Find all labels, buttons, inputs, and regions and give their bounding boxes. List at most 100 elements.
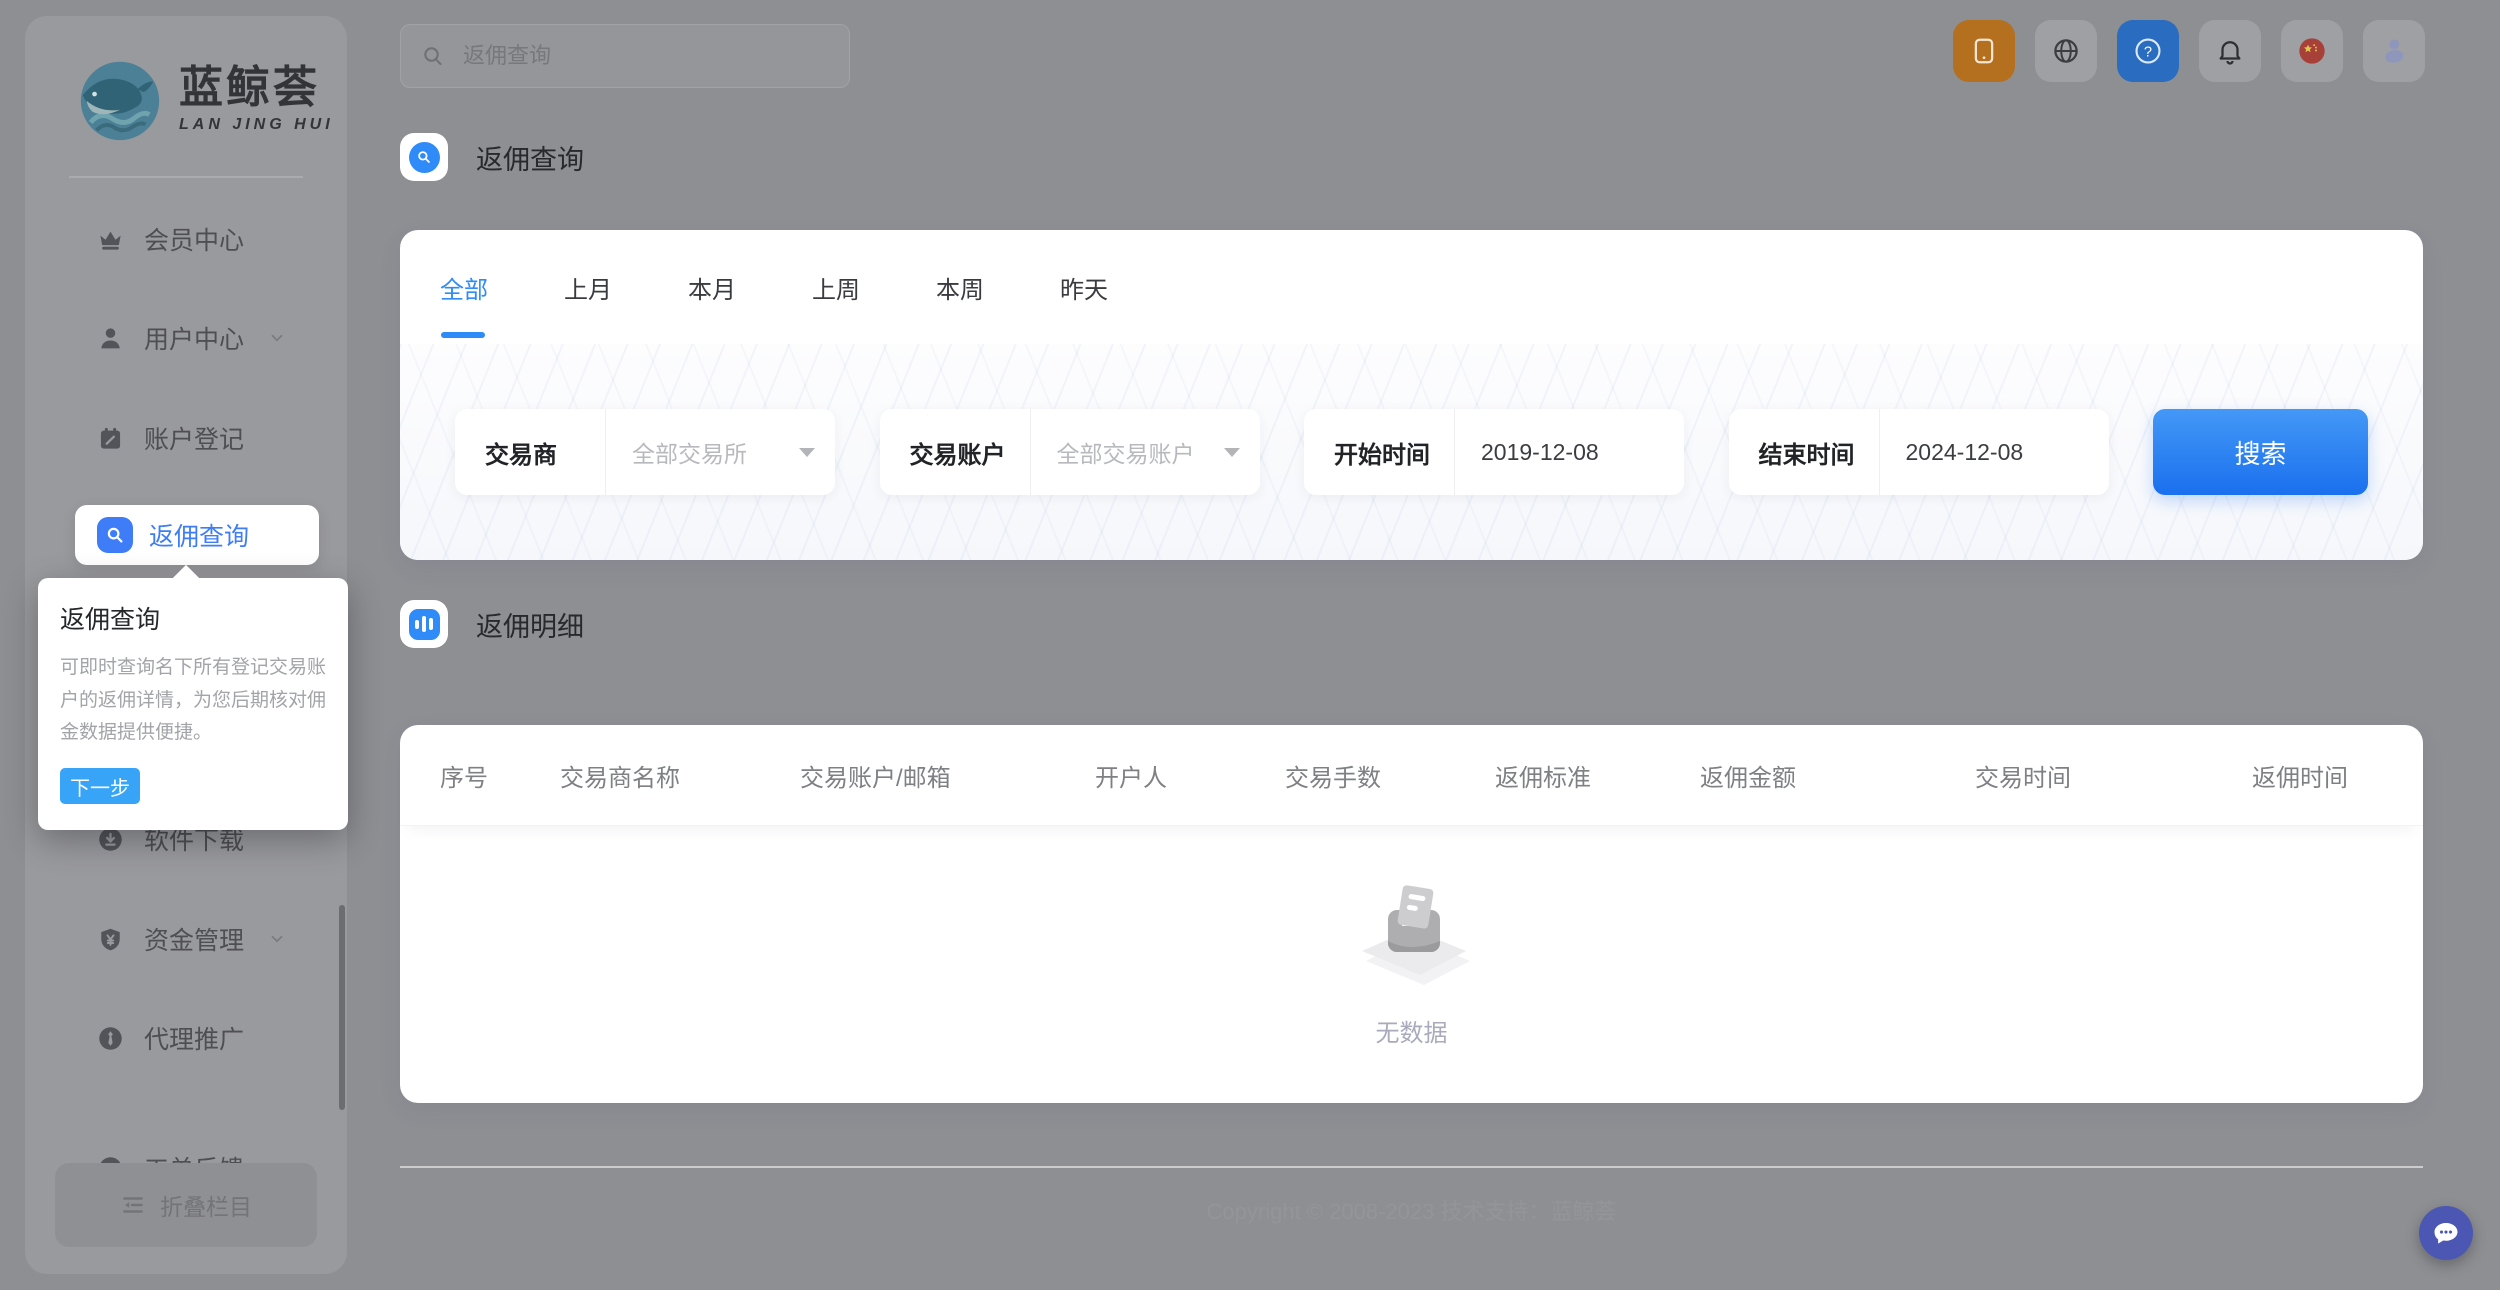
page-title: 返佣查询 bbox=[476, 138, 584, 177]
account-label: 交易账户 bbox=[880, 435, 1030, 470]
sidebar-item-label: 账户登记 bbox=[144, 420, 244, 456]
tour-description: 可即时查询名下所有登记交易账户的返佣详情，为您后期核对佣金数据提供便捷。 bbox=[60, 652, 326, 750]
language-button[interactable] bbox=[2035, 20, 2097, 82]
sidebar-item-account-register[interactable]: 账户登记 bbox=[97, 418, 244, 458]
broker-label: 交易商 bbox=[455, 435, 605, 470]
help-icon: ? bbox=[2132, 35, 2164, 67]
sidebar-item-label: 代理推广 bbox=[144, 1020, 244, 1056]
mobile-app-button[interactable] bbox=[1953, 20, 2015, 82]
chat-bubble-icon bbox=[2431, 1218, 2461, 1248]
empty-state-text: 无数据 bbox=[1376, 1013, 1448, 1048]
tablet-icon bbox=[1969, 36, 1999, 66]
global-search[interactable] bbox=[400, 24, 850, 88]
search-button[interactable]: 搜索 bbox=[2153, 409, 2368, 495]
live-chat-button[interactable] bbox=[2419, 1206, 2473, 1260]
china-flag-icon bbox=[2296, 35, 2328, 67]
tour-next-button[interactable]: 下一步 bbox=[60, 768, 140, 804]
select-arrow-icon bbox=[799, 448, 815, 457]
tab-this-month[interactable]: 本月 bbox=[688, 230, 736, 344]
col-rebate-amount: 返佣金额 bbox=[1700, 758, 1975, 793]
col-account-holder: 开户人 bbox=[1095, 758, 1285, 793]
account-select[interactable]: 全部交易账户 bbox=[1031, 435, 1260, 469]
search-icon bbox=[421, 44, 445, 68]
time-range-tabs: 全部 上月 本月 上周 本周 昨天 bbox=[440, 230, 1108, 344]
chevron-down-icon bbox=[268, 930, 286, 948]
col-index: 序号 bbox=[440, 758, 560, 793]
page-title-row: 返佣查询 bbox=[400, 133, 584, 181]
broker-select-value: 全部交易所 bbox=[632, 435, 747, 469]
calendar-icon bbox=[97, 425, 124, 452]
rebate-query-icon bbox=[409, 142, 440, 173]
tour-title: 返佣查询 bbox=[60, 600, 326, 636]
end-date-label: 结束时间 bbox=[1729, 435, 1879, 470]
rebate-search-icon bbox=[97, 517, 133, 553]
sidebar-item-label: 用户中心 bbox=[144, 320, 244, 356]
end-date-input[interactable]: 2024-12-08 bbox=[1880, 439, 2109, 466]
start-date-filter: 开始时间 2019-12-08 bbox=[1304, 409, 1684, 495]
brand-logo: 蓝鲸荟 LAN JING HUI bbox=[73, 50, 334, 149]
bar-chart-icon bbox=[409, 609, 440, 640]
detail-title-row: 返佣明细 bbox=[400, 600, 584, 648]
no-data-icon bbox=[1348, 881, 1476, 991]
app-screen: 蓝鲸荟 LAN JING HUI 会员中心 用户中心 账户登记 返佣查询 软件 bbox=[0, 0, 2500, 1290]
sidebar-item-funds-management[interactable]: 资金管理 bbox=[97, 919, 286, 959]
sidebar-item-user-center[interactable]: 用户中心 bbox=[97, 318, 286, 358]
agent-tie-icon bbox=[97, 1025, 124, 1052]
account-filter: 交易账户 全部交易账户 bbox=[880, 409, 1260, 495]
shield-yuan-icon bbox=[97, 926, 124, 953]
svg-text:?: ? bbox=[2144, 44, 2152, 60]
globe-icon bbox=[2051, 36, 2081, 66]
crown-icon bbox=[97, 226, 124, 253]
sidebar-item-member-center[interactable]: 会员中心 bbox=[97, 219, 244, 259]
col-rebate-time: 返佣时间 bbox=[2252, 758, 2423, 793]
sidebar-scrollbar-thumb[interactable] bbox=[339, 905, 345, 1110]
brand-name-en: LAN JING HUI bbox=[179, 116, 334, 134]
sidebar-item-label: 返佣查询 bbox=[149, 517, 249, 553]
page-title-chip bbox=[400, 133, 448, 181]
select-arrow-icon bbox=[1224, 448, 1240, 457]
sidebar-item-label: 会员中心 bbox=[144, 221, 244, 257]
col-lots: 交易手数 bbox=[1285, 758, 1495, 793]
sidebar-item-agent-promotion[interactable]: 代理推广 bbox=[97, 1018, 244, 1058]
tab-yesterday[interactable]: 昨天 bbox=[1060, 230, 1108, 344]
detail-title-chip bbox=[400, 600, 448, 648]
table-header-row: 序号 交易商名称 交易账户/邮箱 开户人 交易手数 返佣标准 返佣金额 交易时间… bbox=[400, 725, 2423, 826]
tour-tooltip: 返佣查询 可即时查询名下所有登记交易账户的返佣详情，为您后期核对佣金数据提供便捷… bbox=[38, 578, 348, 830]
broker-select[interactable]: 全部交易所 bbox=[606, 435, 835, 469]
notifications-button[interactable] bbox=[2199, 20, 2261, 82]
whale-logo-icon bbox=[73, 50, 167, 149]
brand-name-cn: 蓝鲸荟 bbox=[179, 66, 334, 110]
footer-divider bbox=[400, 1166, 2423, 1168]
detail-title: 返佣明细 bbox=[476, 605, 584, 644]
end-date-filter: 结束时间 2024-12-08 bbox=[1729, 409, 2109, 495]
col-rebate-standard: 返佣标准 bbox=[1495, 758, 1700, 793]
col-trade-time: 交易时间 bbox=[1975, 758, 2252, 793]
collapse-menu-label: 折叠栏目 bbox=[160, 1188, 252, 1222]
sidebar-item-rebate-query-active[interactable]: 返佣查询 bbox=[75, 505, 319, 565]
chevron-down-icon bbox=[268, 329, 286, 347]
collapse-menu-button[interactable]: 折叠栏目 bbox=[55, 1163, 317, 1247]
sidebar-item-label: 资金管理 bbox=[144, 921, 244, 957]
avatar-icon bbox=[2377, 34, 2411, 68]
locale-flag-button[interactable] bbox=[2281, 20, 2343, 82]
col-broker-name: 交易商名称 bbox=[560, 758, 800, 793]
account-select-value: 全部交易账户 bbox=[1057, 435, 1195, 469]
tab-this-week[interactable]: 本周 bbox=[936, 230, 984, 344]
tab-all[interactable]: 全部 bbox=[440, 230, 488, 344]
filter-zone: 交易商 全部交易所 交易账户 全部交易账户 开始时间 2019-12-08 bbox=[400, 344, 2423, 560]
tab-last-month[interactable]: 上月 bbox=[564, 230, 612, 344]
query-filter-card: 全部 上月 本月 上周 本周 昨天 交易商 全部交易所 交易账户 全部交易账户 bbox=[400, 230, 2423, 560]
start-date-input[interactable]: 2019-12-08 bbox=[1455, 439, 1684, 466]
empty-state: 无数据 bbox=[400, 826, 2423, 1103]
search-input[interactable] bbox=[461, 42, 795, 70]
copyright-text: Copyright © 2008-2023 技术支持：蓝鲸荟 bbox=[400, 1194, 2423, 1226]
user-avatar-button[interactable] bbox=[2363, 20, 2425, 82]
tab-last-week[interactable]: 上周 bbox=[812, 230, 860, 344]
collapse-icon bbox=[120, 1192, 146, 1218]
help-button[interactable]: ? bbox=[2117, 20, 2179, 82]
start-date-label: 开始时间 bbox=[1304, 435, 1454, 470]
person-icon bbox=[97, 325, 124, 352]
col-account-email: 交易账户/邮箱 bbox=[800, 758, 1095, 793]
header-icon-row: ? bbox=[1953, 20, 2425, 82]
bell-icon bbox=[2215, 36, 2245, 66]
